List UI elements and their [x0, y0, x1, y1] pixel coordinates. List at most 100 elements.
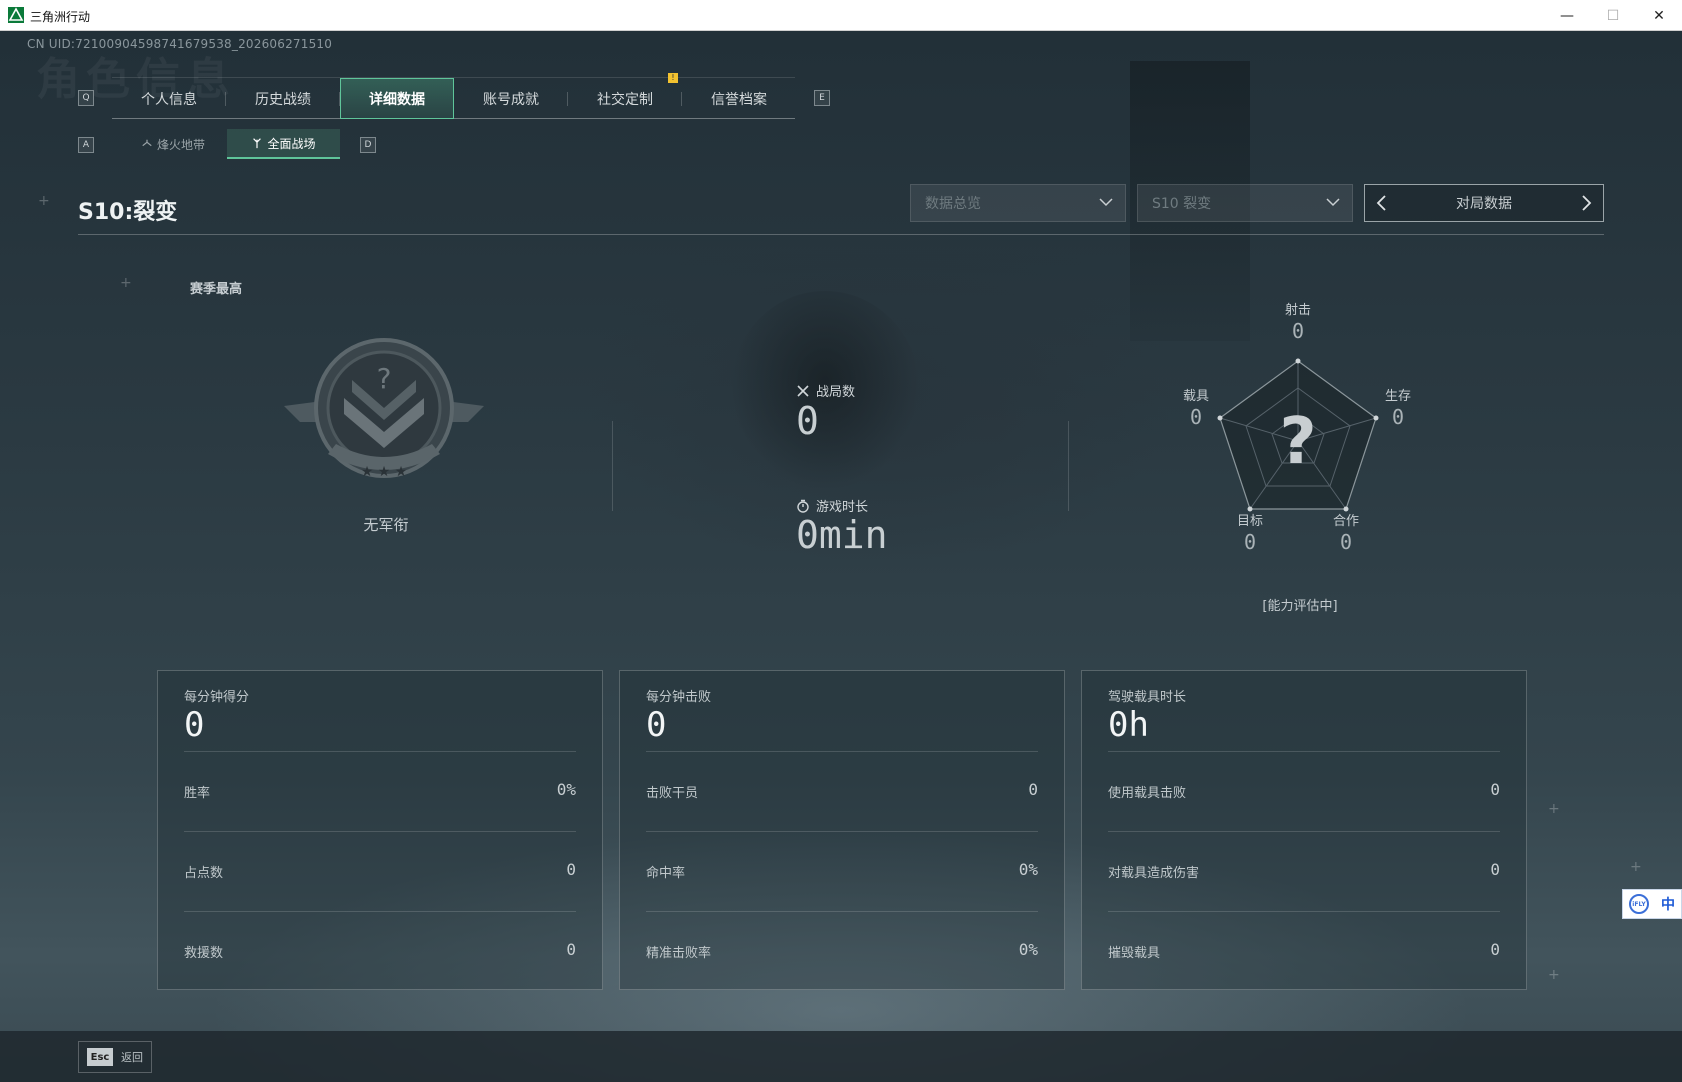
- stat-row: 占点数 0: [184, 831, 576, 911]
- stat-card-kills: 每分钟击败 0 击败干员 0 命中率 0% 精准击败率 0%: [619, 670, 1065, 990]
- stat-row-value: 0%: [556, 780, 576, 799]
- back-label: 返回: [121, 1051, 143, 1064]
- match-data-pager: 对局数据: [1364, 184, 1604, 222]
- battlefield-icon: [253, 138, 262, 149]
- main-tabs: 个人信息 历史战绩 详细数据 账号成就 社交定制 信誉档案: [112, 77, 795, 119]
- stat-row: 精准击败率 0%: [646, 911, 1038, 991]
- tab-detailed-data[interactable]: 详细数据: [340, 78, 454, 119]
- key-hint-a[interactable]: A: [78, 137, 94, 153]
- subtab-all-out-war[interactable]: 全面战场: [227, 129, 340, 159]
- subtab-havoc-zone[interactable]: 烽火地带: [120, 129, 226, 159]
- stat-row-label: 占点数: [184, 866, 224, 881]
- dropdown-value: 数据总览: [925, 196, 981, 212]
- esc-key-hint: Esc: [87, 1048, 113, 1066]
- crosshair-decor: +: [38, 193, 50, 209]
- stat-row: 击败干员 0: [646, 751, 1038, 831]
- stat-row-label: 使用载具击败: [1108, 786, 1187, 801]
- radar-axis-teamwork: 合作: [1332, 514, 1359, 529]
- ime-logo-icon: iFLY: [1629, 894, 1649, 914]
- stat-row: 摧毁载具 0: [1108, 911, 1500, 991]
- tab-achievements[interactable]: 账号成就: [454, 78, 568, 119]
- dropdown-value: S10 裂变: [1152, 196, 1212, 212]
- window-titlebar: 三角洲行动 — ☐ ✕: [0, 0, 1682, 31]
- back-button[interactable]: Esc 返回: [78, 1041, 152, 1073]
- chevron-left-icon[interactable]: [1373, 194, 1391, 212]
- close-button[interactable]: ✕: [1636, 0, 1682, 31]
- card-title: 驾驶载具时长: [1108, 690, 1187, 705]
- app-logo-icon: [8, 7, 24, 23]
- tab-social-custom[interactable]: 社交定制: [568, 78, 682, 119]
- crosshair-decor: +: [1548, 801, 1560, 817]
- stat-row-label: 救援数: [184, 946, 224, 961]
- subtab-label: 全面战场: [267, 136, 316, 151]
- radar-axis-vehicle: 载具: [1182, 389, 1209, 404]
- stat-row-label: 击败干员: [646, 786, 699, 801]
- pager-label: 对局数据: [1456, 196, 1512, 212]
- game-viewport: 角色信息 + + + + + CN UID:721009045987416795…: [0, 31, 1682, 1082]
- stat-row-value: 0: [566, 860, 576, 879]
- rank-name: 无军衔: [363, 516, 409, 534]
- stat-row-value: 0%: [1018, 860, 1038, 879]
- matches-value: 0: [796, 399, 819, 443]
- radar-status-note: [能力评估中]: [1262, 599, 1338, 614]
- tab-match-history[interactable]: 历史战绩: [226, 78, 340, 119]
- tab-personal-info[interactable]: 个人信息: [112, 78, 226, 119]
- chevron-right-icon[interactable]: [1577, 194, 1595, 212]
- card-value: 0: [646, 705, 667, 745]
- chevron-down-icon: [1099, 198, 1113, 207]
- season-title: S10:裂变: [78, 200, 178, 225]
- flame-icon: [142, 139, 152, 147]
- rank-emblem-mark: ?: [377, 362, 392, 395]
- stat-card-vehicle: 驾驶载具时长 0h 使用载具击败 0 对载具造成伤害 0 摧毁载具 0: [1081, 670, 1527, 990]
- key-hint-d[interactable]: D: [360, 137, 376, 153]
- chevron-down-icon: [1326, 198, 1340, 207]
- radar-value-objective: 0: [1243, 530, 1257, 554]
- maximize-button[interactable]: ☐: [1590, 0, 1636, 31]
- stat-card-score: 每分钟得分 0 胜率 0% 占点数 0 救援数 0: [157, 670, 603, 990]
- player-uid: CN UID:7210090459874167953​8_20260627151…: [27, 37, 333, 51]
- svg-text:★ ★ ★: ★ ★ ★: [361, 464, 408, 480]
- stat-row: 对载具造成伤害 0: [1108, 831, 1500, 911]
- crosshair-decor: +: [1548, 967, 1560, 983]
- stat-row-value: 0: [1490, 940, 1500, 959]
- season-dropdown[interactable]: S10 裂变: [1137, 184, 1353, 222]
- ability-radar-chart: ?: [1217, 358, 1379, 512]
- notification-badge: !: [668, 73, 678, 83]
- matches-label-text: 战局数: [816, 385, 856, 400]
- window-title: 三角洲行动: [30, 10, 91, 24]
- card-title: 每分钟击败: [646, 690, 712, 705]
- subtab-label: 烽火地带: [156, 137, 205, 152]
- radar-unknown-mark: ?: [1279, 405, 1316, 479]
- stat-row-label: 对载具造成伤害: [1108, 866, 1200, 881]
- ime-toolbar[interactable]: iFLY 中: [1622, 889, 1682, 919]
- stat-row-label: 摧毁载具: [1108, 946, 1161, 961]
- radar-axis-shooting: 射击: [1284, 303, 1311, 318]
- stat-row: 使用载具击败 0: [1108, 751, 1500, 831]
- stat-row-label: 胜率: [184, 786, 211, 801]
- radar-value-vehicle: 0: [1189, 405, 1203, 429]
- stat-row-value: 0: [566, 940, 576, 959]
- stat-row-value: 0: [1490, 860, 1500, 879]
- footer-bar: [0, 1031, 1682, 1082]
- stat-row-label: 精准击败率: [646, 946, 712, 961]
- radar-axis-objective: 目标: [1236, 514, 1263, 529]
- ime-language-toggle[interactable]: 中: [1661, 894, 1675, 914]
- key-hint-q[interactable]: Q: [78, 90, 94, 106]
- section-divider: [612, 421, 613, 511]
- radar-value-shooting: 0: [1291, 319, 1305, 343]
- crosshair-decor: +: [1630, 859, 1642, 875]
- section-divider: [1068, 421, 1069, 511]
- tab-credit-record[interactable]: 信誉档案: [682, 78, 796, 119]
- crosshair-decor: +: [120, 275, 132, 291]
- radar-value-survival: 0: [1391, 405, 1405, 429]
- card-title: 每分钟得分: [184, 690, 250, 705]
- playtime-value: 0min: [796, 513, 888, 557]
- data-overview-dropdown[interactable]: 数据总览: [910, 184, 1126, 222]
- minimize-button[interactable]: —: [1544, 0, 1590, 31]
- key-hint-e[interactable]: E: [814, 90, 830, 106]
- stat-row-value: 0%: [1018, 940, 1038, 959]
- stat-row: 胜率 0%: [184, 751, 576, 831]
- stat-row-value: 0: [1028, 780, 1038, 799]
- card-value: 0h: [1108, 705, 1149, 745]
- season-best-label: 赛季最高: [190, 282, 243, 297]
